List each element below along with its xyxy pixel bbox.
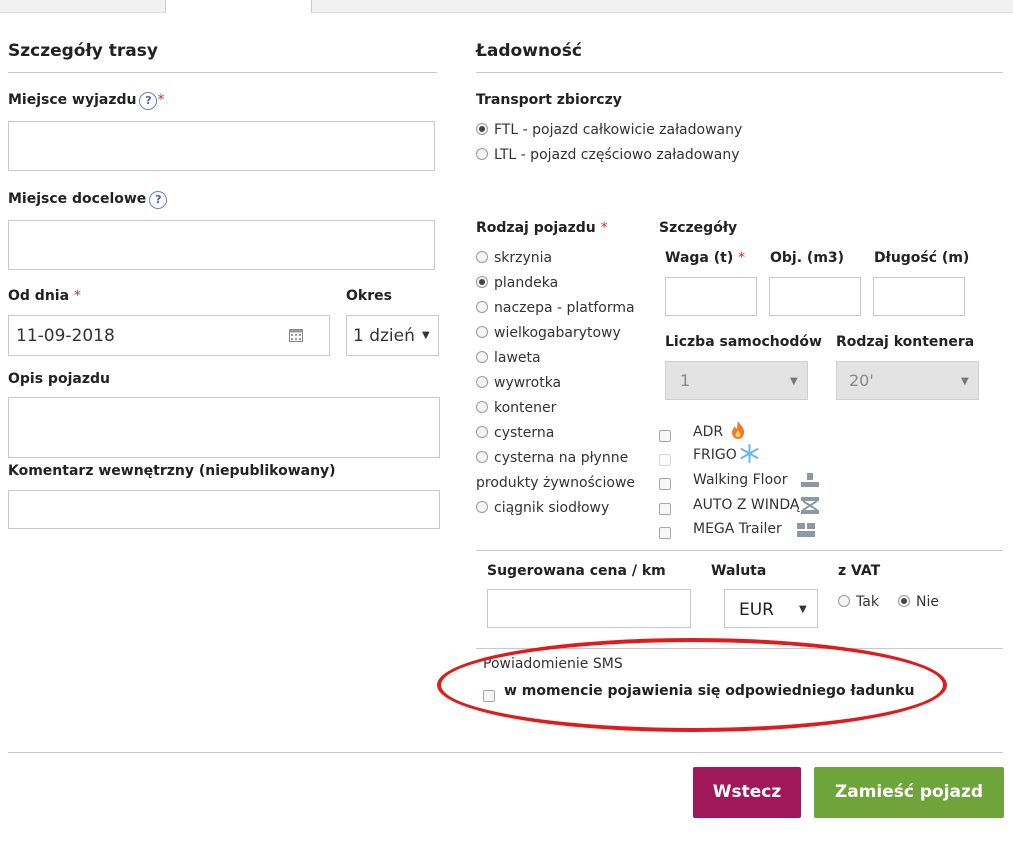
price-label: Sugerowana cena / km: [487, 563, 666, 579]
divider: [476, 72, 1003, 73]
lift-checkbox[interactable]: [659, 503, 671, 515]
vehicle-type-label: Rodzaj pojazdu *: [476, 220, 608, 236]
container-type-select[interactable]: 20' ▼: [836, 361, 979, 400]
radio-plandeka[interactable]: plandeka: [476, 275, 558, 291]
radio-vat-no[interactable]: Nie: [898, 594, 939, 610]
radio-button[interactable]: [476, 148, 488, 160]
divider: [8, 752, 1003, 753]
vehicle-count-value: 1: [680, 371, 691, 390]
chevron-down-icon: ▼: [799, 604, 807, 615]
length-label: Długość (m): [874, 250, 970, 266]
walking-floor-checkbox[interactable]: [659, 478, 671, 490]
flame-icon: [731, 421, 745, 439]
radio-button[interactable]: [898, 595, 910, 607]
length-input[interactable]: [873, 277, 965, 316]
container-type-value: 20': [849, 371, 874, 390]
capacity-title: Ładowność: [476, 41, 582, 61]
container-type-label: Rodzaj kontenera: [836, 334, 975, 350]
price-input[interactable]: [487, 589, 691, 628]
tab-add-vehicle[interactable]: [165, 0, 312, 13]
radio-button[interactable]: [476, 351, 488, 363]
vehicle-count-label: Liczba samochodów: [665, 334, 822, 350]
radio-button[interactable]: [476, 451, 488, 463]
currency-select[interactable]: EUR ▼: [724, 589, 818, 628]
walking-floor-label: Walking Floor: [693, 472, 788, 488]
period-value: 1 dzień: [353, 326, 415, 346]
vehicle-desc-label: Opis pojazdu: [8, 371, 110, 387]
radio-naczepa[interactable]: naczepa - platforma: [476, 300, 635, 316]
radio-button[interactable]: [476, 326, 488, 338]
chevron-down-icon: ▼: [961, 376, 969, 387]
currency-label: Waluta: [711, 563, 767, 579]
divider: [476, 550, 1003, 551]
radio-laweta[interactable]: laweta: [476, 350, 541, 366]
lift-icon: [801, 497, 819, 514]
radio-ftl[interactable]: FTL - pojazd całkowicie załadowany: [476, 122, 742, 138]
chevron-down-icon: ▼: [422, 330, 430, 341]
radio-wielkogabarytowy[interactable]: wielkogabarytowy: [476, 325, 621, 341]
departure-label: Miejsce wyjazdu? *: [8, 92, 165, 110]
mega-trailer-checkbox[interactable]: [659, 527, 671, 539]
radio-button[interactable]: [838, 595, 850, 607]
radio-button[interactable]: [476, 426, 488, 438]
radio-wywrotka[interactable]: wywrotka: [476, 375, 561, 391]
radio-ltl[interactable]: LTL - pojazd częściowo załadowany: [476, 147, 739, 163]
adr-checkbox[interactable]: [659, 430, 671, 442]
vehicle-desc-textarea[interactable]: [8, 397, 440, 458]
period-label: Okres: [346, 288, 392, 304]
internal-comment-input[interactable]: [8, 490, 440, 529]
weight-label: Waga (t) *: [665, 250, 746, 266]
departure-input[interactable]: [8, 121, 435, 171]
submit-vehicle-button[interactable]: Zamieść pojazd: [814, 767, 1004, 818]
help-icon[interactable]: ?: [149, 191, 168, 209]
mega-trailer-label: MEGA Trailer: [693, 521, 782, 537]
back-button[interactable]: Wstecz: [693, 767, 801, 818]
currency-value: EUR: [739, 600, 774, 620]
mega-trailer-icon: [797, 523, 815, 537]
radio-button[interactable]: [476, 376, 488, 388]
walking-floor-icon: [801, 473, 819, 487]
destination-label: Miejsce docelowe?: [8, 191, 168, 209]
radio-cysterna[interactable]: cysterna: [476, 425, 554, 441]
chevron-down-icon: ▼: [790, 376, 798, 387]
radio-button[interactable]: [476, 301, 488, 313]
radio-button[interactable]: [476, 276, 488, 288]
divider: [8, 72, 437, 73]
transport-label: Transport zbiorczy: [476, 92, 622, 108]
radio-button[interactable]: [476, 123, 488, 135]
calendar-icon[interactable]: [289, 328, 303, 342]
internal-comment-label: Komentarz wewnętrzny (niepublikowany): [8, 463, 336, 479]
volume-label: Obj. (m3): [770, 250, 845, 266]
period-select[interactable]: 1 dzień ▼: [346, 315, 439, 356]
from-date-label: Od dnia *: [8, 288, 81, 304]
radio-kontener[interactable]: kontener: [476, 400, 556, 416]
lift-label: AUTO Z WINDĄ: [693, 497, 800, 513]
frigo-checkbox[interactable]: [659, 454, 671, 466]
from-date-value: 11-09-2018: [16, 326, 115, 346]
vat-label: z VAT: [838, 563, 881, 579]
snowflake-icon: [740, 444, 759, 463]
radio-vat-yes[interactable]: Tak: [838, 594, 879, 610]
frigo-label: FRIGO: [693, 447, 737, 463]
destination-input[interactable]: [8, 220, 435, 270]
weight-input[interactable]: [665, 277, 757, 316]
radio-skrzynia[interactable]: skrzynia: [476, 250, 552, 266]
details-label: Szczegóły: [659, 220, 738, 236]
route-details-title: Szczegóły trasy: [8, 41, 158, 61]
from-date-input[interactable]: 11-09-2018: [8, 315, 330, 356]
volume-input[interactable]: [769, 277, 861, 316]
top-tab-strip: [0, 0, 1013, 13]
radio-button[interactable]: [476, 251, 488, 263]
help-icon[interactable]: ?: [139, 92, 158, 110]
radio-button[interactable]: [476, 501, 488, 513]
radio-ciagnik[interactable]: ciągnik siodłowy: [476, 500, 609, 516]
radio-button[interactable]: [476, 401, 488, 413]
radio-option-continuation: produkty żywnościowe: [476, 475, 636, 491]
vehicle-count-select[interactable]: 1 ▼: [665, 361, 808, 400]
highlight-ellipse: [437, 638, 947, 732]
radio-cysterna-plynne[interactable]: cysterna na płynne: [476, 450, 628, 466]
adr-label: ADR: [693, 424, 724, 440]
